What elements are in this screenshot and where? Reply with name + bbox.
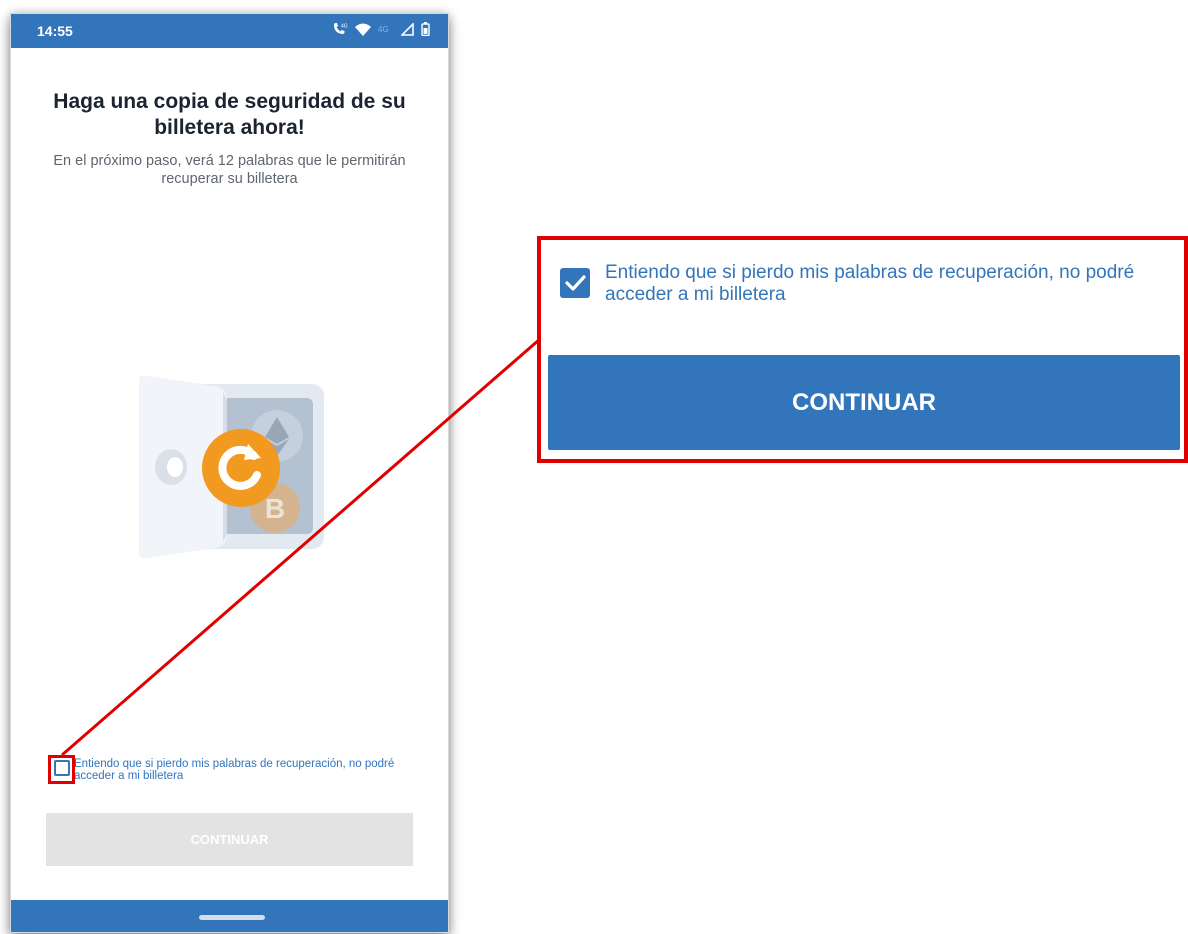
backup-acknowledge-label: Entiendo que si pierdo mis palabras de r… bbox=[74, 758, 395, 782]
continue-button-disabled[interactable]: CONTINUAR bbox=[46, 813, 413, 866]
svg-text:4G: 4G bbox=[341, 24, 348, 30]
checkmark-icon bbox=[565, 275, 586, 291]
navigation-bar bbox=[11, 900, 448, 932]
page-subtitle: En el próximo paso, verá 12 palabras que… bbox=[53, 153, 406, 187]
wifi-icon bbox=[355, 23, 371, 36]
status-bar: 14:55 4G 4G bbox=[11, 14, 448, 48]
cell-signal-icon bbox=[401, 22, 414, 36]
refresh-icon bbox=[202, 429, 280, 507]
svg-text:B: B bbox=[265, 493, 285, 524]
4g-signal-icon: 4G bbox=[378, 25, 389, 34]
status-icons: 4G 4G bbox=[332, 22, 430, 36]
home-gesture-handle[interactable] bbox=[199, 915, 265, 920]
zoom-acknowledge-row[interactable]: Entiendo que si pierdo mis palabras de r… bbox=[560, 262, 1160, 306]
screenshot-canvas: 14:55 4G 4G Haga una copia de seguridad … bbox=[0, 0, 1188, 934]
continue-button-enabled[interactable]: CONTINUAR bbox=[548, 355, 1180, 450]
wallet-safe-illustration: B bbox=[139, 375, 324, 559]
svg-text:4G: 4G bbox=[378, 25, 389, 34]
call-4g-icon: 4G bbox=[334, 23, 348, 34]
zoom-acknowledge-checkbox[interactable] bbox=[560, 268, 590, 298]
page-title: Haga una copia de seguridad de su billet… bbox=[53, 90, 406, 139]
checkbox-highlight-box bbox=[48, 755, 75, 784]
backup-acknowledge-row[interactable]: Entiendo que si pierdo mis palabras de r… bbox=[54, 758, 424, 782]
battery-icon bbox=[421, 22, 430, 36]
status-time: 14:55 bbox=[37, 23, 73, 39]
zoom-acknowledge-label: Entiendo que si pierdo mis palabras de r… bbox=[605, 262, 1135, 305]
zoom-callout: Entiendo que si pierdo mis palabras de r… bbox=[537, 236, 1188, 463]
phone-screen: 14:55 4G 4G Haga una copia de seguridad … bbox=[11, 14, 448, 932]
